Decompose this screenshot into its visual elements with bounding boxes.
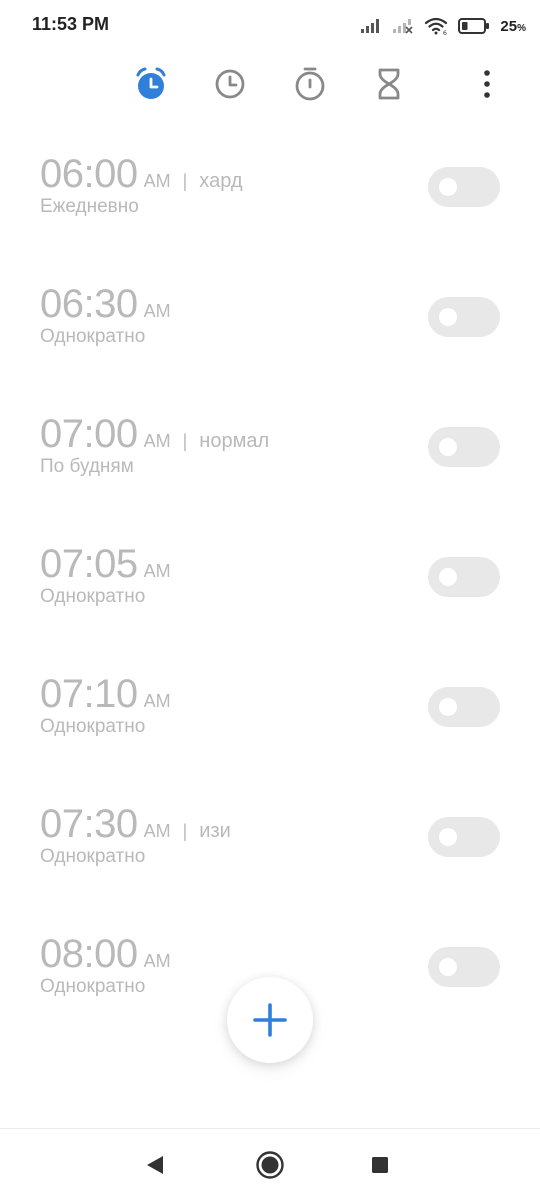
svg-text:6: 6 — [443, 30, 447, 35]
alarm-time-row: 07:00 AM | нормал — [40, 412, 269, 457]
alarm-ampm: AM — [143, 821, 171, 841]
alarm-item[interactable]: 06:30 AM Однократно — [0, 250, 540, 380]
home-circle-icon — [256, 1151, 284, 1179]
toggle-knob — [439, 698, 457, 716]
alarm-time: 07:05 — [40, 542, 138, 586]
alarm-ampm: AM — [143, 561, 171, 581]
toggle-knob — [439, 828, 457, 846]
home-button[interactable] — [252, 1147, 288, 1183]
stopwatch-icon — [295, 67, 325, 101]
toggle-knob — [439, 958, 457, 976]
alarm-time-row: 06:00 AM | хард — [40, 152, 243, 197]
status-time: 11:53 PM — [32, 14, 110, 34]
alarm-repeat: Однократно — [40, 976, 146, 997]
alarm-list: 06:00 AM | хард Ежедневно 06:30 AM Однок… — [0, 120, 540, 1030]
toggle-knob — [439, 438, 457, 456]
alarm-ampm: AM — [143, 691, 171, 711]
navigation-bar — [0, 1129, 540, 1200]
wifi-icon: 6 — [425, 17, 448, 35]
more-vertical-icon — [484, 70, 490, 98]
alarm-time-row: 08:00 AM — [40, 932, 171, 977]
battery-percentage: 25% — [500, 17, 526, 35]
alarm-screen: 11:53 PM 6 25% 06:00 AM | хард Ежедневно… — [0, 0, 540, 1200]
status-icons: 6 25% — [360, 14, 526, 38]
alarm-label: изи — [199, 820, 231, 842]
alarm-repeat: По будням — [40, 456, 134, 477]
toggle-knob — [439, 178, 457, 196]
alarm-item[interactable]: 07:10 AM Однократно — [0, 640, 540, 770]
alarm-toggle[interactable] — [428, 817, 500, 857]
tab-stopwatch[interactable] — [290, 64, 330, 104]
hourglass-icon — [378, 68, 400, 100]
alarm-repeat: Однократно — [40, 326, 146, 347]
alarm-item[interactable]: 07:05 AM Однократно — [0, 510, 540, 640]
status-bar: 11:53 PM 6 25% — [0, 0, 540, 52]
alarm-repeat: Однократно — [40, 716, 146, 737]
tab-timer[interactable] — [369, 64, 409, 104]
alarm-ampm: AM — [143, 951, 171, 971]
recents-button[interactable] — [362, 1147, 398, 1183]
alarm-time: 06:00 — [40, 152, 138, 196]
signal-no-service-icon — [393, 19, 413, 34]
recents-square-icon — [372, 1157, 388, 1173]
alarm-time: 07:30 — [40, 802, 138, 846]
clock-icon — [215, 69, 245, 99]
alarm-time: 06:30 — [40, 282, 138, 326]
alarm-time: 08:00 — [40, 932, 138, 976]
alarm-time: 07:10 — [40, 672, 138, 716]
alarm-ampm: AM — [143, 171, 171, 191]
back-triangle-icon — [147, 1156, 163, 1174]
alarm-item[interactable]: 07:00 AM | нормал По будням — [0, 380, 540, 510]
alarm-item[interactable]: 06:00 AM | хард Ежедневно — [0, 120, 540, 250]
add-alarm-button[interactable] — [227, 977, 313, 1063]
back-button[interactable] — [137, 1147, 173, 1183]
toggle-knob — [439, 568, 457, 586]
battery-icon — [458, 18, 490, 34]
tab-bar — [0, 60, 540, 110]
alarm-label-separator: | — [182, 821, 188, 841]
alarm-toggle[interactable] — [428, 947, 500, 987]
alarm-toggle[interactable] — [428, 297, 500, 337]
alarm-toggle[interactable] — [428, 687, 500, 727]
alarm-time-row: 07:05 AM — [40, 542, 171, 587]
alarm-ampm: AM — [143, 431, 171, 451]
alarm-label-separator: | — [182, 171, 188, 191]
plus-icon — [253, 1003, 287, 1037]
alarm-repeat: Однократно — [40, 586, 146, 607]
tab-alarm[interactable] — [131, 64, 171, 104]
alarm-toggle[interactable] — [428, 167, 500, 207]
alarm-time-row: 07:30 AM | изи — [40, 802, 231, 847]
alarm-toggle[interactable] — [428, 427, 500, 467]
alarm-icon — [136, 67, 166, 99]
more-options-button[interactable] — [467, 64, 507, 104]
signal-icon — [361, 19, 380, 33]
alarm-toggle[interactable] — [428, 557, 500, 597]
alarm-repeat: Ежедневно — [40, 196, 139, 217]
alarm-label: нормал — [199, 430, 270, 452]
alarm-time-row: 07:10 AM — [40, 672, 171, 717]
alarm-time: 07:00 — [40, 412, 138, 456]
alarm-ampm: AM — [143, 301, 171, 321]
tab-clock[interactable] — [210, 64, 250, 104]
toggle-knob — [439, 308, 457, 326]
alarm-repeat: Однократно — [40, 846, 146, 867]
alarm-item[interactable]: 07:30 AM | изи Однократно — [0, 770, 540, 900]
alarm-label: хард — [199, 170, 243, 192]
alarm-label-separator: | — [182, 431, 188, 451]
alarm-time-row: 06:30 AM — [40, 282, 171, 327]
